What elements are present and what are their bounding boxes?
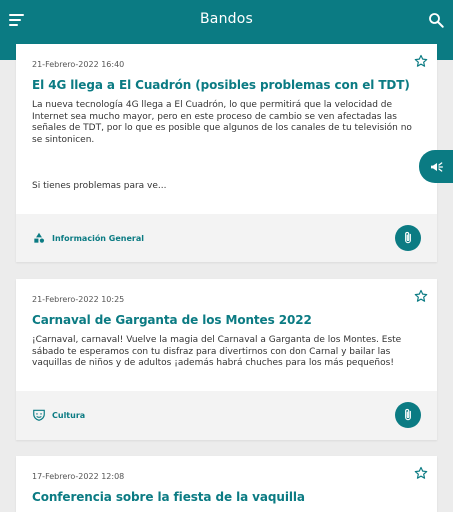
card-title[interactable]: Conferencia sobre la fiesta de la vaquil…: [32, 490, 425, 504]
announcements-tab[interactable]: [419, 150, 453, 183]
category-tag: Cultura: [32, 408, 85, 422]
paperclip-icon: [405, 231, 411, 244]
card-title[interactable]: El 4G llega a El Cuadrón (posibles probl…: [32, 78, 425, 92]
star-outline-icon[interactable]: [414, 288, 428, 302]
shapes-icon: [34, 232, 45, 243]
card-date: 21-Febrero-2022 10:25: [32, 295, 125, 304]
card-body: La nueva tecnología 4G llega a El Cuadró…: [32, 100, 412, 146]
star-outline-icon[interactable]: [414, 53, 428, 67]
card-title[interactable]: Carnaval de Garganta de los Montes 2022: [32, 313, 425, 327]
news-card[interactable]: 17-Febrero-2022 12:08 Conferencia sobre …: [16, 456, 437, 512]
attachment-button[interactable]: [395, 225, 421, 251]
category-tag: Información General: [32, 231, 144, 245]
card-footer: Información General: [16, 214, 437, 262]
news-card[interactable]: 21-Febrero-2022 10:25 Carnaval de Gargan…: [16, 279, 437, 440]
attachment-button[interactable]: [395, 402, 421, 428]
card-excerpt-more: Si tienes problemas para ve...: [32, 181, 167, 191]
category-label: Cultura: [52, 410, 86, 420]
search-icon[interactable]: [427, 11, 445, 29]
megaphone-icon: [431, 161, 443, 172]
category-label: Información General: [52, 233, 144, 243]
page-title: Bandos: [199, 11, 253, 27]
theater-masks-icon: [33, 409, 45, 421]
card-date: 17-Febrero-2022 12:08: [32, 472, 125, 481]
star-outline-icon[interactable]: [414, 465, 428, 479]
card-body: ¡Carnaval, carnaval! Vuelve la magia del…: [32, 335, 402, 369]
news-card[interactable]: 21-Febrero-2022 16:40 El 4G llega a El C…: [16, 44, 437, 262]
paperclip-icon: [405, 408, 411, 421]
app-bar: Bandos: [0, 0, 453, 48]
card-footer: Cultura: [16, 391, 437, 440]
card-date: 21-Febrero-2022 16:40: [32, 60, 125, 69]
